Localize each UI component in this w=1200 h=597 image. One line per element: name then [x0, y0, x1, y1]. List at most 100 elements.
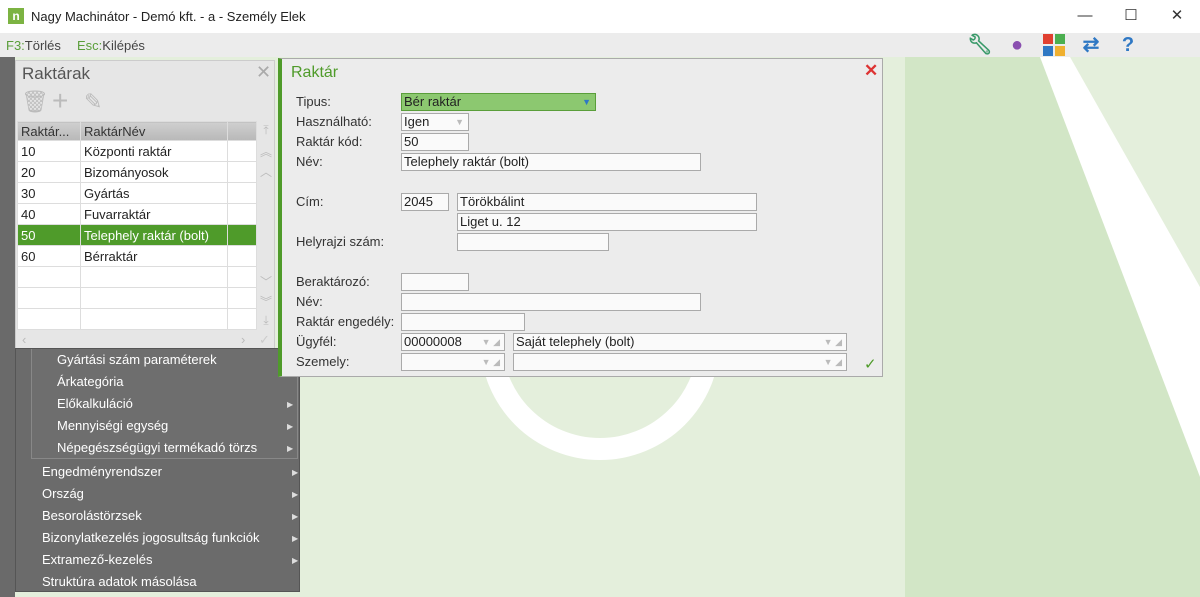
- wrench-icon[interactable]: 🔧︎: [962, 33, 998, 57]
- cell-code: 60: [17, 245, 81, 267]
- table-row[interactable]: 10 Központi raktár: [17, 140, 257, 162]
- maximize-button[interactable]: ☐: [1108, 4, 1154, 28]
- column-header-name[interactable]: RaktárNév: [80, 121, 228, 141]
- chevron-down-icon: ▼: [455, 117, 464, 127]
- submenu-arrow-icon: ▶: [292, 468, 299, 477]
- permit-label: Raktár engedély:: [296, 314, 395, 329]
- submenu: Gyártási szám paraméterek Árkategória El…: [31, 349, 298, 459]
- chevron-down-icon: ▼ ◢: [481, 337, 500, 347]
- menu-item[interactable]: Népegészségügyi termékadó törzs: [57, 440, 257, 455]
- menu-item[interactable]: Extramező-kezelés: [42, 552, 153, 567]
- zip-field[interactable]: 2045: [401, 193, 449, 211]
- menu-item[interactable]: Engedményrendszer: [42, 464, 162, 479]
- type-value: Bér raktár: [404, 94, 462, 109]
- table-row[interactable]: 20 Bizományosok: [17, 161, 257, 183]
- chevron-down-icon: ▼: [582, 97, 591, 107]
- permit-field[interactable]: [401, 313, 525, 331]
- cell-name: Központi raktár: [80, 140, 228, 162]
- close-button[interactable]: ✕: [1154, 4, 1200, 28]
- scroll-bottom-icon[interactable]: ⤓: [259, 313, 273, 328]
- confirm-check-icon[interactable]: ✓: [864, 355, 877, 373]
- submenu-arrow-icon: ▶: [292, 512, 299, 521]
- person-name-select[interactable]: ▼ ◢: [513, 353, 847, 371]
- panel-close-icon[interactable]: ✕: [256, 62, 271, 83]
- depositor-field[interactable]: [401, 273, 469, 291]
- exit-shortcut[interactable]: Esc:Kilépés: [77, 38, 145, 53]
- table-row[interactable]: 60 Bérraktár: [17, 245, 257, 267]
- menu-item[interactable]: Besorolástörzsek: [42, 508, 142, 523]
- code-label: Raktár kód:: [296, 134, 363, 149]
- table-row[interactable]: 30 Gyártás: [17, 182, 257, 204]
- table-row-empty: [17, 308, 257, 330]
- user-icon[interactable]: ●: [999, 33, 1035, 57]
- settings-menu: Gyártási szám paraméterek Árkategória El…: [15, 348, 300, 592]
- depositor-name-field[interactable]: [401, 293, 701, 311]
- table-row[interactable]: 40 Fuvarraktár: [17, 203, 257, 225]
- cell-name: Gyártás: [80, 182, 228, 204]
- chevron-down-icon: ▼ ◢: [481, 357, 500, 367]
- cell-name: Telephely raktár (bolt): [80, 224, 228, 246]
- cell-code: 10: [17, 140, 81, 162]
- modules-icon[interactable]: [1036, 33, 1072, 57]
- submenu-arrow-icon: ▶: [287, 422, 294, 431]
- panel-title: Raktárak: [22, 64, 91, 83]
- sync-icon[interactable]: ⇄: [1073, 33, 1109, 57]
- minimize-button[interactable]: —: [1062, 4, 1108, 28]
- edit-icon[interactable]: ✎: [84, 89, 102, 115]
- customer-code-select[interactable]: 00000008 ▼ ◢: [401, 333, 505, 351]
- left-icon-strip: [0, 57, 15, 597]
- check-icon[interactable]: ✓: [259, 332, 270, 348]
- code-field[interactable]: 50: [401, 133, 469, 151]
- page-up-icon[interactable]: ︽: [259, 143, 273, 160]
- chevron-down-icon: ▼ ◢: [823, 357, 842, 367]
- table-row-empty: [17, 287, 257, 309]
- menu-item[interactable]: Árkategória: [57, 374, 123, 389]
- street-field[interactable]: Liget u. 12: [457, 213, 757, 231]
- name-field[interactable]: Telephely raktár (bolt): [401, 153, 701, 171]
- title-bar: n Nagy Machinátor - Demó kft. - a - Szem…: [0, 0, 1200, 33]
- menu-item[interactable]: Mennyiségi egység: [57, 418, 168, 433]
- dialog-close-icon[interactable]: ✕: [864, 61, 878, 81]
- name-label: Név:: [296, 154, 323, 169]
- depositor-label: Beraktározó:: [296, 274, 370, 289]
- submenu-arrow-icon: ▶: [292, 490, 299, 499]
- add-icon[interactable]: +: [52, 85, 68, 117]
- menu-item[interactable]: Előkalkuláció: [57, 396, 133, 411]
- warehouse-dialog: Raktár ✕ Tipus: Bér raktár ▼ Használható:…: [278, 58, 883, 377]
- submenu-arrow-icon: ▶: [292, 556, 299, 565]
- customer-label: Ügyfél:: [296, 334, 337, 349]
- usable-select[interactable]: Igen ▼: [401, 113, 469, 131]
- menu-item[interactable]: Ország: [42, 486, 84, 501]
- column-header-code[interactable]: Raktár...: [17, 121, 81, 141]
- menu-item[interactable]: Bizonylatkezelés jogosultság funkciók: [42, 530, 260, 545]
- table-row-selected[interactable]: 50 Telephely raktár (bolt): [17, 224, 257, 246]
- menu-item[interactable]: Struktúra adatok másolása: [42, 574, 197, 589]
- cell-name: Bérraktár: [80, 245, 228, 267]
- scroll-top-icon[interactable]: ⤒: [259, 123, 273, 138]
- table-row-empty: [17, 266, 257, 288]
- cell-code: 30: [17, 182, 81, 204]
- delete-icon[interactable]: 🗑︎: [21, 89, 49, 115]
- city-field[interactable]: Törökbálint: [457, 193, 757, 211]
- delete-shortcut[interactable]: F3:Törlés: [6, 38, 61, 53]
- customer-name-select[interactable]: Saját telephely (bolt) ▼ ◢: [513, 333, 847, 351]
- usable-label: Használható:: [296, 114, 372, 129]
- person-code-select[interactable]: ▼ ◢: [401, 353, 505, 371]
- scroll-down-icon[interactable]: ﹀: [259, 273, 273, 290]
- submenu-arrow-icon: ▶: [287, 444, 294, 453]
- page-down-icon[interactable]: ︾: [259, 293, 273, 310]
- cell-code: 40: [17, 203, 81, 225]
- help-icon[interactable]: ?: [1110, 33, 1146, 57]
- scroll-left-icon[interactable]: ‹: [22, 332, 26, 347]
- menu-item[interactable]: Gyártási szám paraméterek: [57, 352, 217, 367]
- app-logo: n: [8, 8, 24, 24]
- lot-number-field[interactable]: [457, 233, 609, 251]
- type-label: Tipus:: [296, 94, 331, 109]
- lot-number-label: Helyrajzi szám:: [296, 234, 385, 249]
- type-select[interactable]: Bér raktár ▼: [401, 93, 596, 111]
- submenu-arrow-icon: ▶: [287, 400, 294, 409]
- scroll-up-icon[interactable]: ︿: [259, 163, 273, 180]
- warehouses-panel: Raktárak ✕ 🗑︎ + ✎ Raktár... RaktárNév 10 K…: [15, 60, 275, 350]
- cell-code: 50: [17, 224, 81, 246]
- scroll-right-icon[interactable]: ›: [241, 332, 245, 347]
